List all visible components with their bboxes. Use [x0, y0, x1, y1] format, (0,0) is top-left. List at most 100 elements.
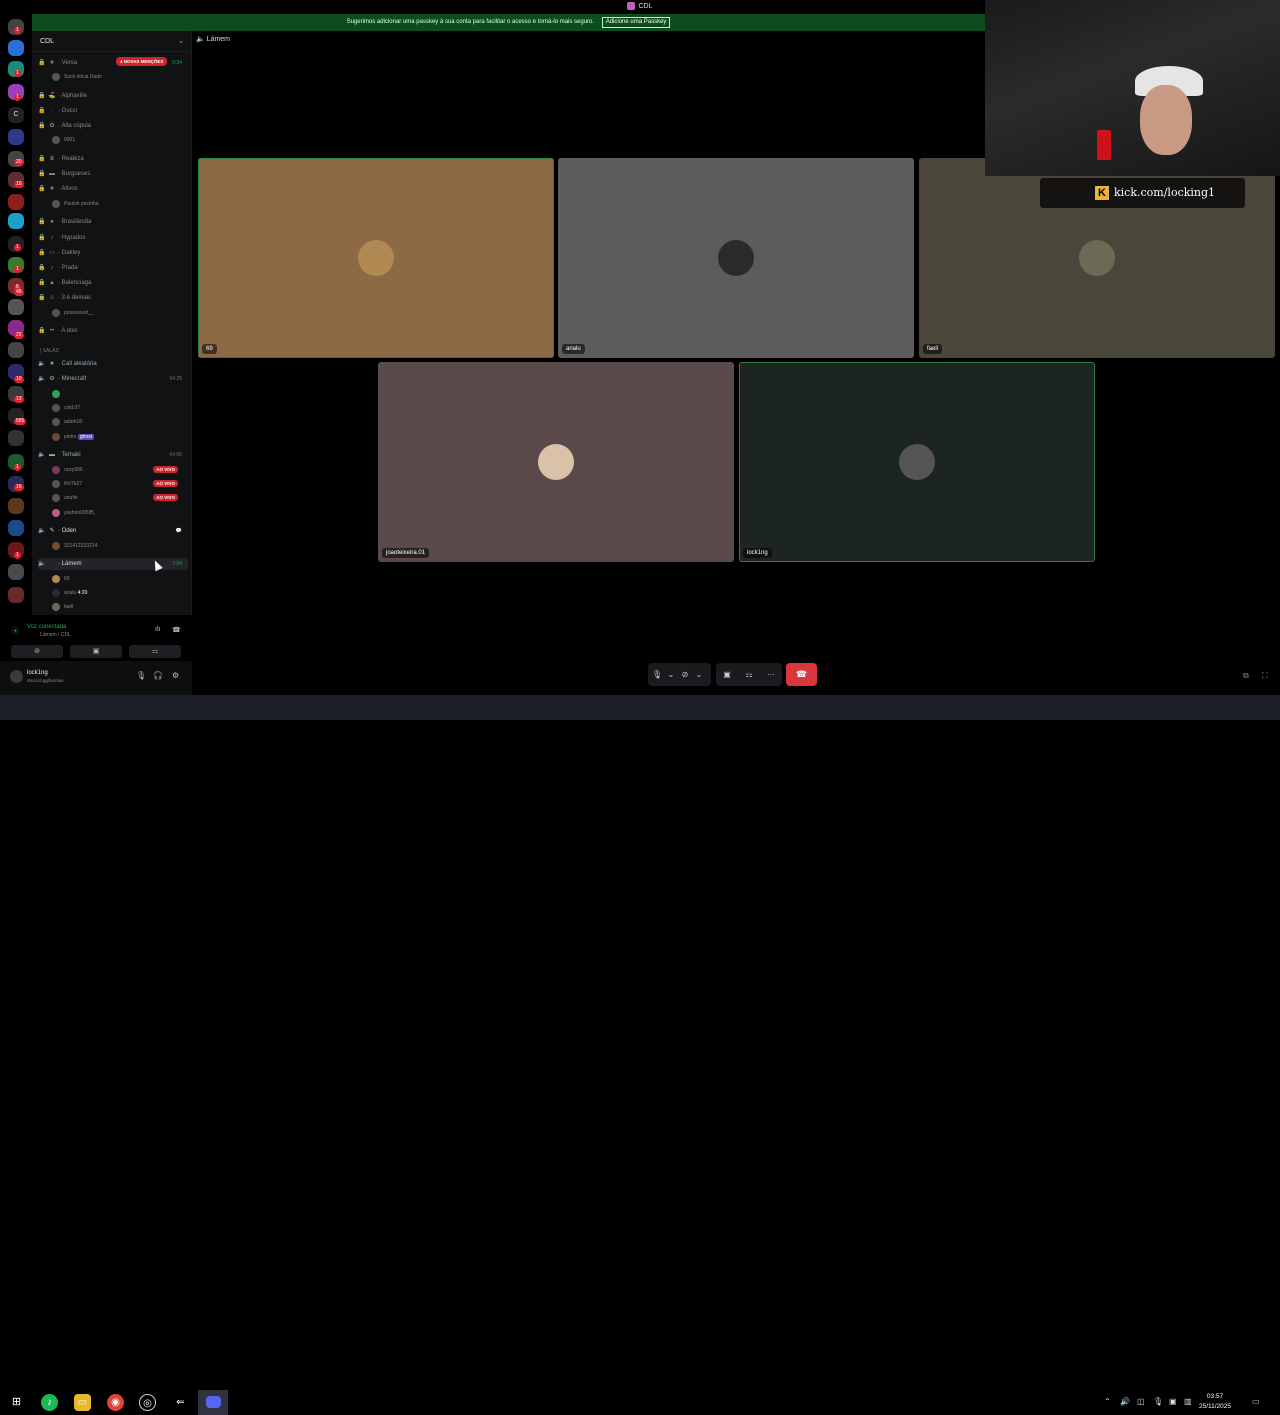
locked-channel[interactable]: 🔒 ♛ · Realeza [38, 153, 188, 165]
category-salas[interactable]: | SALAS [40, 348, 59, 354]
activities-button[interactable]: ⚏ [129, 645, 181, 658]
participant-tile[interactable]: 69 [198, 158, 554, 358]
voice-channel-minecraft[interactable]: 🔈 ⚙ · Minecraft 04 25 [38, 373, 188, 385]
settings-gear-icon[interactable]: ⚙ [172, 671, 179, 680]
windows-start-icon[interactable]: ⊞ [8, 1394, 25, 1411]
disconnect-icon[interactable]: ☎ [172, 626, 181, 634]
passkey-notice: Sugerimos adicionar uma passkey à sua co… [32, 14, 985, 31]
voice-member[interactable]: pietro ghost [52, 431, 182, 443]
disconnect-call-button[interactable]: ☎ [786, 663, 817, 686]
speaker-icon: 🔈 [38, 452, 46, 458]
server-icon[interactable] [8, 342, 24, 358]
notifications-icon[interactable]: ▭ [1252, 1397, 1260, 1406]
participant-tile[interactable]: joaoteixeira.01 [378, 362, 734, 562]
fullscreen-icon[interactable]: ⛶ [1262, 671, 1268, 681]
server-icon[interactable] [8, 213, 24, 229]
voice-channel-temaki[interactable]: 🔈 ▬ · Temaki 04 06 [38, 449, 188, 461]
camera-off-icon[interactable]: ⊘ [676, 663, 694, 686]
activities-icon[interactable]: ⚏ [738, 663, 760, 686]
avatar [52, 432, 60, 441]
server-icon[interactable] [8, 194, 24, 210]
voice-channel-call-aleatoria[interactable]: 🔈 ★ · Call aleatória [38, 358, 188, 370]
voice-connected-label[interactable]: Voz conectada [27, 624, 66, 630]
chat-icon[interactable]: 💬 [176, 525, 182, 537]
avatar[interactable] [10, 670, 23, 683]
network-icon[interactable]: ▥ [1184, 1397, 1192, 1406]
server-icon[interactable] [8, 299, 24, 315]
voice-member[interactable] [52, 388, 182, 400]
locked-channel[interactable]: 🔒 ⛳ · Alphaville [38, 90, 188, 102]
voice-member[interactable]: yashiro00585_ [52, 507, 182, 519]
microphone-icon[interactable]: 🎙 [1153, 1397, 1163, 1406]
server-header[interactable]: CDL ⌄ [32, 31, 191, 52]
obs-icon[interactable]: ◎ [139, 1394, 156, 1411]
username[interactable]: lock1ng [27, 670, 48, 676]
add-passkey-button[interactable]: Adicione uma Passkey [601, 17, 671, 28]
locked-channel[interactable]: 🔒 ▲ · Balenciaga [38, 277, 188, 289]
microphone-icon[interactable]: 🎙 [136, 671, 146, 680]
microphone-icon[interactable]: 🎙 [648, 663, 666, 686]
voice-member[interactable]: th07b27 AO VIVO [52, 478, 182, 490]
server-icon[interactable] [8, 430, 24, 446]
locked-channel[interactable]: 🔒 ♪ · Prada [38, 262, 188, 274]
server-icon[interactable] [8, 129, 24, 145]
chevron-down-icon[interactable]: ⌄ [666, 663, 676, 686]
volume-icon[interactable]: 🔊 [1120, 1397, 1130, 1406]
server-icon[interactable] [8, 498, 24, 514]
chevron-down-icon[interactable]: ⌄ [694, 663, 704, 686]
unread-badge: 1 [14, 70, 21, 77]
app-icon[interactable]: ⇐ [172, 1394, 189, 1411]
voice-member[interactable]: 69 [52, 573, 182, 585]
video-toggle-button[interactable]: ⊘ [11, 645, 63, 658]
discord-taskbar-button[interactable] [198, 1390, 228, 1415]
voice-member[interactable]: Pauloh pecinha [52, 198, 182, 210]
locked-channel[interactable]: 🔒 ▬ · Burgueses [38, 168, 188, 180]
activity-controls: ▣ ⚏ ··· [716, 663, 782, 686]
tray-app-icon[interactable]: ◫ [1137, 1397, 1145, 1406]
display-icon[interactable]: ▣ [1169, 1397, 1177, 1406]
voice-member[interactable]: uoufie AO VIVO [52, 492, 182, 504]
voice-member[interactable]: ozzy396 AO VIVO [52, 464, 182, 476]
more-options-icon[interactable]: ··· [760, 663, 782, 686]
server-icon[interactable] [8, 520, 24, 536]
server-icon[interactable] [8, 564, 24, 580]
system-clock[interactable]: 03:57 25/11/2025 [1195, 1392, 1235, 1412]
locked-channel[interactable]: 🔒 ✿ · Alta cúpula [38, 120, 188, 132]
voice-member[interactable]: adark18 [52, 416, 182, 428]
locked-channel[interactable]: 🔒 ▭ · Oakley [38, 247, 188, 259]
voice-member[interactable]: cold.07 [52, 402, 182, 414]
voice-location[interactable]: Lámem / CDL [40, 632, 71, 638]
server-icon[interactable] [8, 40, 24, 56]
voice-member[interactable]: Sock ódcia Dudo [52, 71, 182, 83]
screen-share-button[interactable]: ▣ [70, 645, 122, 658]
voice-member[interactable]: analu 4:20 [52, 587, 182, 599]
locked-channel[interactable]: 🔒 ★ · Versa 0:34 [38, 57, 188, 69]
participant-tile[interactable]: analu [558, 158, 914, 358]
avatar [52, 308, 60, 317]
user-count: 04 06 [169, 452, 182, 458]
chrome-icon[interactable]: ◉ [107, 1394, 124, 1411]
participant-tile[interactable]: lock1ng [739, 362, 1095, 562]
file-explorer-icon[interactable]: ▭ [74, 1394, 91, 1411]
locked-channel[interactable]: 🔒 · · Gucci [38, 105, 188, 117]
voice-channel-lamem[interactable]: 🔈 · Lámem 7:04 [38, 558, 188, 570]
voice-member[interactable]: 321412323214 [52, 540, 182, 552]
server-icon[interactable] [8, 587, 24, 603]
locked-channel[interactable]: 🔒 ☺ · 3 é demais [38, 292, 188, 304]
chevron-up-icon[interactable]: ⌃ [1104, 1397, 1111, 1406]
spotify-icon[interactable]: ♪ [41, 1394, 58, 1411]
locked-channel[interactable]: 🔒 ★ · Ativos [38, 183, 188, 195]
server-icon[interactable]: C [8, 107, 24, 123]
signal-icon[interactable]: ⦿ [12, 626, 19, 636]
voice-member[interactable]: possessed__ [52, 307, 182, 319]
voice-member[interactable]: 0001 [52, 134, 182, 146]
popout-icon[interactable]: ⧉ [1243, 671, 1249, 681]
voice-channel-oden[interactable]: 🔈 ✎ · Oden 💬 [38, 525, 188, 537]
locked-channel[interactable]: 🔒 •• · A dois [38, 325, 188, 337]
locked-channel[interactable]: 🔒 ● · Brasilândia [38, 216, 188, 228]
noise-suppression-icon[interactable]: ılı [155, 626, 160, 633]
screen-share-icon[interactable]: ▣ [716, 663, 738, 686]
locked-channel[interactable]: 🔒 ♪ · Hypados [38, 232, 188, 244]
headphones-icon[interactable]: 🎧 [153, 671, 163, 680]
voice-member[interactable]: faell [52, 601, 182, 613]
